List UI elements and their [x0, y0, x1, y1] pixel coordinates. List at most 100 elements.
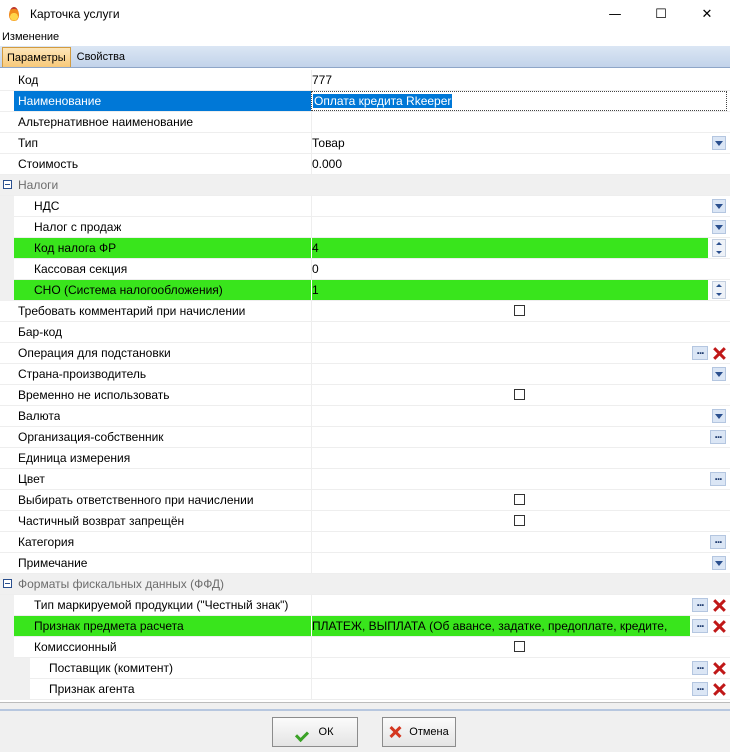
- row-require-comment[interactable]: Требовать комментарий при начислении: [0, 301, 730, 322]
- ellipsis-icon[interactable]: ...: [710, 533, 726, 549]
- row-label: Категория: [18, 535, 75, 549]
- row-value[interactable]: 0.000: [312, 154, 690, 174]
- chevron-down-icon[interactable]: [712, 199, 726, 213]
- minimize-button[interactable]: —: [592, 0, 638, 28]
- cancel-button[interactable]: Отмена: [382, 717, 456, 747]
- row-cash-section[interactable]: Кассовая секция 0: [0, 259, 730, 280]
- row-value[interactable]: [312, 322, 690, 342]
- category-ffd[interactable]: Форматы фискальных данных (ФФД): [0, 574, 730, 595]
- row-fr-tax-code[interactable]: Код налога ФР 4: [0, 238, 730, 259]
- row-label: Поставщик (комитент): [49, 661, 174, 675]
- row-sales-tax[interactable]: Налог с продаж: [0, 217, 730, 238]
- row-choose-responsible[interactable]: Выбирать ответственного при начислении: [0, 490, 730, 511]
- cancel-x-icon: [389, 725, 403, 739]
- row-value[interactable]: Товар: [312, 133, 690, 153]
- row-note[interactable]: Примечание: [0, 553, 730, 574]
- row-color[interactable]: Цвет ...: [0, 469, 730, 490]
- row-name[interactable]: Наименование Оплата кредита Rkeeper: [0, 91, 730, 112]
- row-category[interactable]: Категория ...: [0, 532, 730, 553]
- chevron-down-icon[interactable]: [712, 409, 726, 423]
- row-supplier[interactable]: Поставщик (комитент) ...: [0, 658, 730, 679]
- cancel-label: Отмена: [409, 726, 449, 738]
- delete-x-icon[interactable]: [712, 661, 726, 675]
- row-value[interactable]: 1: [312, 280, 708, 300]
- row-partial-return[interactable]: Частичный возврат запрещён: [0, 511, 730, 532]
- row-value[interactable]: ПЛАТЕЖ, ВЫПЛАТА (Об авансе, задатке, пре…: [312, 616, 690, 636]
- row-marking-type[interactable]: Тип маркируемой продукции ("Честный знак…: [0, 595, 730, 616]
- row-label: Единица измерения: [18, 451, 131, 465]
- tab-parameters[interactable]: Параметры: [2, 47, 71, 67]
- row-price[interactable]: Стоимость 0.000: [0, 154, 730, 175]
- row-barcode[interactable]: Бар-код: [0, 322, 730, 343]
- button-panel: ОК Отмена: [0, 702, 730, 752]
- row-tax-system[interactable]: СНО (Система налогообложения) 1: [0, 280, 730, 301]
- row-value[interactable]: [312, 406, 690, 426]
- collapse-icon[interactable]: [3, 180, 12, 189]
- chevron-down-icon[interactable]: [712, 556, 726, 570]
- delete-x-icon[interactable]: [712, 346, 726, 360]
- commission-checkbox[interactable]: [514, 641, 525, 652]
- row-value[interactable]: 777: [312, 70, 690, 90]
- tab-properties[interactable]: Свойства: [73, 47, 129, 67]
- row-value[interactable]: [312, 679, 690, 699]
- row-owner-organization[interactable]: Организация-собственник ...: [0, 427, 730, 448]
- ellipsis-icon[interactable]: ...: [692, 659, 708, 675]
- spin-stepper-icon[interactable]: [712, 281, 726, 299]
- ellipsis-icon[interactable]: ...: [692, 617, 708, 633]
- temporarily-disabled-checkbox[interactable]: [514, 389, 525, 400]
- row-substitution-operation[interactable]: Операция для подстановки ...: [0, 343, 730, 364]
- chevron-down-icon[interactable]: [712, 136, 726, 150]
- choose-responsible-checkbox[interactable]: [514, 494, 525, 505]
- ellipsis-icon[interactable]: ...: [710, 470, 726, 486]
- ellipsis-icon[interactable]: ...: [692, 344, 708, 360]
- row-type[interactable]: Тип Товар: [0, 133, 730, 154]
- row-value[interactable]: [312, 595, 690, 615]
- row-unit[interactable]: Единица измерения: [0, 448, 730, 469]
- row-temporarily-disabled[interactable]: Временно не использовать: [0, 385, 730, 406]
- row-label: НДС: [34, 199, 60, 213]
- ellipsis-icon[interactable]: ...: [692, 596, 708, 612]
- row-value[interactable]: 4: [312, 238, 708, 258]
- row-value[interactable]: [312, 469, 690, 489]
- row-country[interactable]: Страна-производитель: [0, 364, 730, 385]
- ok-button[interactable]: ОК: [272, 717, 358, 747]
- row-value[interactable]: [312, 658, 690, 678]
- row-payment-subject[interactable]: Признак предмета расчета ПЛАТЕЖ, ВЫПЛАТА…: [0, 616, 730, 637]
- collapse-icon[interactable]: [3, 579, 12, 588]
- row-value[interactable]: [312, 532, 690, 552]
- row-label: Частичный возврат запрещён: [18, 514, 185, 528]
- close-button[interactable]: ✕: [684, 0, 730, 28]
- row-commission[interactable]: Комиссионный: [0, 637, 730, 658]
- delete-x-icon[interactable]: [712, 619, 726, 633]
- row-alt-name[interactable]: Альтернативное наименование: [0, 112, 730, 133]
- require-comment-checkbox[interactable]: [514, 305, 525, 316]
- partial-return-checkbox[interactable]: [514, 515, 525, 526]
- category-taxes[interactable]: Налоги: [0, 175, 730, 196]
- app-flame-icon: [6, 6, 22, 22]
- row-value[interactable]: [312, 217, 690, 237]
- row-value[interactable]: [312, 112, 690, 132]
- row-value[interactable]: Оплата кредита Rkeeper: [313, 94, 453, 108]
- maximize-button[interactable]: ☐: [638, 0, 684, 28]
- row-value[interactable]: 0: [312, 259, 690, 279]
- row-label: Комиссионный: [34, 640, 117, 654]
- row-value[interactable]: [312, 196, 690, 216]
- row-code[interactable]: Код 777: [0, 70, 730, 91]
- row-currency[interactable]: Валюта: [0, 406, 730, 427]
- delete-x-icon[interactable]: [712, 598, 726, 612]
- row-label: Стоимость: [18, 157, 79, 171]
- row-value[interactable]: [312, 427, 690, 447]
- chevron-down-icon[interactable]: [712, 220, 726, 234]
- delete-x-icon[interactable]: [712, 682, 726, 696]
- ellipsis-icon[interactable]: ...: [692, 680, 708, 696]
- ellipsis-icon[interactable]: ...: [710, 428, 726, 444]
- row-label: Налог с продаж: [34, 220, 122, 234]
- row-value[interactable]: [312, 343, 690, 363]
- row-value[interactable]: [312, 448, 690, 468]
- spin-stepper-icon[interactable]: [712, 239, 726, 257]
- row-value[interactable]: [312, 553, 690, 573]
- row-agent-sign[interactable]: Признак агента ...: [0, 679, 730, 700]
- row-value[interactable]: [312, 364, 690, 384]
- chevron-down-icon[interactable]: [712, 367, 726, 381]
- row-vat[interactable]: НДС: [0, 196, 730, 217]
